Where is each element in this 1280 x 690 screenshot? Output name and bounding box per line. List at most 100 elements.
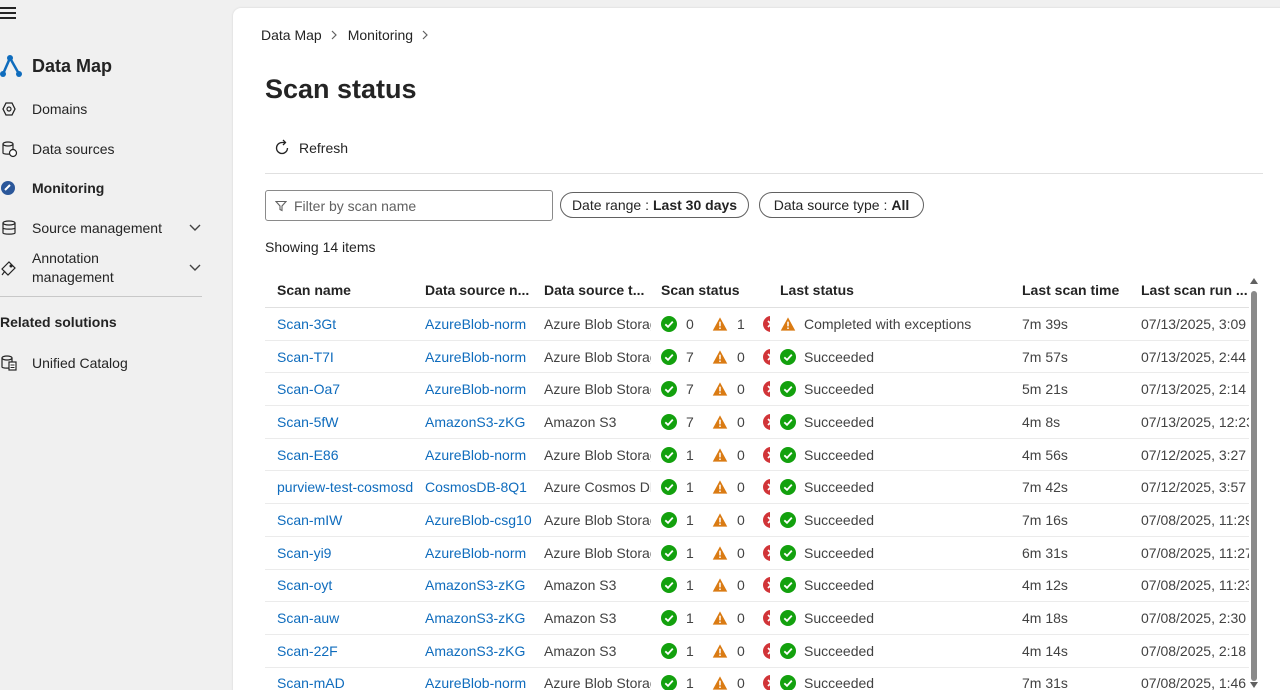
warning-count: 0	[737, 642, 745, 659]
hamburger-menu-icon[interactable]	[0, 7, 18, 21]
scan-name-link[interactable]: Scan-3Gt	[277, 316, 336, 332]
scan-name-link[interactable]: Scan-oyt	[277, 577, 332, 593]
scan-name-link[interactable]: Scan-mIW	[277, 512, 342, 528]
last-scan-time-cell: 4m 56s	[1022, 446, 1068, 463]
data-source-type-filter-button[interactable]: Data source type : All	[759, 192, 924, 218]
app-title-text: Data Map	[32, 55, 113, 76]
last-status-cell: Completed with exceptions	[770, 316, 1010, 332]
table-row[interactable]: Scan-oyt AmazonS3-zKG Amazon S3 1 0 Succeeded…	[265, 570, 1249, 603]
warning-count: 0	[737, 446, 745, 463]
scroll-up-arrow-icon[interactable]	[1250, 278, 1258, 284]
sidebar-item-data-sources[interactable]: Data sources	[0, 139, 202, 159]
scan-name-link[interactable]: Scan-T7I	[277, 349, 334, 365]
date-range-label: Date range :	[571, 197, 649, 213]
last-status-text: Succeeded	[804, 675, 875, 690]
sidebar-item-monitoring[interactable]: Monitoring	[0, 178, 202, 198]
scan-name-link[interactable]: Scan-mAD	[277, 675, 345, 690]
table-row[interactable]: Scan-E86 AzureBlob-norm Azure Blob Storage…	[265, 439, 1249, 472]
data-source-name-link[interactable]: AmazonS3-zKG	[425, 414, 525, 430]
scroll-down-arrow-icon[interactable]	[1250, 682, 1258, 688]
last-scan-run-cell: 07/12/2025, 3:27 PM	[1141, 446, 1249, 463]
data-source-name-link[interactable]: AzureBlob-csg10	[425, 512, 532, 528]
success-check-icon	[780, 446, 796, 463]
data-source-type-label: Data source type :	[773, 197, 888, 213]
column-header-last-status[interactable]: Last status	[770, 282, 1010, 298]
vertical-scrollbar[interactable]	[1247, 278, 1261, 690]
data-source-name-link[interactable]: AmazonS3-zKG	[425, 577, 525, 593]
breadcrumb-monitoring[interactable]: Monitoring	[348, 27, 413, 43]
scrollbar-thumb[interactable]	[1251, 291, 1257, 681]
item-count-text: Showing 14 items	[265, 239, 376, 255]
warning-icon	[712, 316, 728, 332]
success-check-icon	[780, 381, 796, 398]
data-source-name-link[interactable]: AzureBlob-norm	[425, 447, 526, 463]
table-row[interactable]: Scan-mIW AzureBlob-csg10 Azure Blob Storag…	[265, 504, 1249, 537]
table-row[interactable]: Scan-5fW AmazonS3-zKG Amazon S3 7 0 Succeeded…	[265, 406, 1249, 439]
warning-icon	[712, 675, 728, 690]
scan-status-cell: 01	[651, 315, 770, 332]
scan-name-link[interactable]: Scan-22F	[277, 643, 338, 659]
filter-text-field[interactable]	[294, 197, 534, 214]
column-header-last-scan-run[interactable]: Last scan run ...	[1129, 282, 1249, 298]
success-check-icon	[661, 446, 677, 463]
column-header-last-scan-time[interactable]: Last scan time	[1010, 282, 1129, 298]
scan-name-link[interactable]: purview-test-cosmosdb	[277, 479, 413, 495]
scan-status-cell: 10	[651, 479, 770, 496]
table-row[interactable]: Scan-auw AmazonS3-zKG Amazon S3 1 0 Succeeded…	[265, 602, 1249, 635]
sidebar-item-label: Source management	[32, 220, 162, 236]
scan-status-cell: 10	[651, 446, 770, 463]
data-source-name-link[interactable]: AzureBlob-norm	[425, 381, 526, 397]
scan-name-link[interactable]: Scan-E86	[277, 447, 338, 463]
data-source-name-link[interactable]: CosmosDB-8Q1	[425, 479, 527, 495]
table-row[interactable]: Scan-3Gt AzureBlob-norm Azure Blob Storage…	[265, 308, 1249, 341]
data-source-name-link[interactable]: AzureBlob-norm	[425, 675, 526, 690]
refresh-button[interactable]: Refresh	[273, 139, 348, 157]
table-row[interactable]: Scan-Oa7 AzureBlob-norm Azure Blob Storage…	[265, 373, 1249, 407]
scan-name-link[interactable]: Scan-yi9	[277, 545, 331, 561]
chevron-down-icon[interactable]	[188, 262, 202, 274]
column-header-scan-name[interactable]: Scan name	[265, 282, 413, 298]
catalog-icon	[0, 354, 18, 372]
table-row[interactable]: Scan-mAD AzureBlob-norm Azure Blob Storage…	[265, 668, 1249, 690]
last-scan-time-cell: 7m 57s	[1022, 348, 1068, 365]
warning-icon	[712, 643, 728, 659]
column-header-data-source-type[interactable]: Data source t...	[532, 282, 651, 298]
chevron-down-icon[interactable]	[188, 222, 202, 234]
last-scan-time-cell: 7m 39s	[1022, 315, 1068, 332]
scan-name-link[interactable]: Scan-5fW	[277, 414, 338, 430]
date-range-filter-button[interactable]: Date range : Last 30 days	[560, 192, 749, 218]
warning-icon	[712, 610, 728, 626]
sidebar-item-domains[interactable]: Domains	[0, 99, 202, 119]
sidebar-item-annotation-management[interactable]: Annotation management	[0, 249, 202, 287]
scan-status-cell: 10	[651, 544, 770, 561]
filter-by-scan-name-input[interactable]	[265, 190, 553, 221]
breadcrumb-data-map[interactable]: Data Map	[261, 27, 322, 43]
data-source-name-link[interactable]: AzureBlob-norm	[425, 545, 526, 561]
table-header: Scan name Data source n... Data source t…	[265, 272, 1249, 308]
page-title: Scan status	[265, 74, 417, 104]
warning-count: 0	[737, 675, 745, 690]
data-source-name-link[interactable]: AzureBlob-norm	[425, 349, 526, 365]
warning-icon	[712, 512, 728, 528]
table-row[interactable]: Scan-yi9 AzureBlob-norm Azure Blob Storage…	[265, 537, 1249, 570]
data-source-name-link[interactable]: AzureBlob-norm	[425, 316, 526, 332]
column-header-data-source-name[interactable]: Data source n...	[413, 282, 532, 298]
success-count: 1	[686, 577, 694, 594]
data-source-name-link[interactable]: AmazonS3-zKG	[425, 610, 525, 626]
sidebar-item-label: Monitoring	[32, 180, 105, 196]
scan-name-link[interactable]: Scan-Oa7	[277, 381, 340, 397]
success-check-icon	[780, 413, 796, 430]
last-scan-run-cell: 07/13/2025, 12:23 PM	[1141, 413, 1249, 430]
sidebar-item-source-management[interactable]: Source management	[0, 218, 202, 238]
column-header-scan-status[interactable]: Scan status	[651, 282, 770, 298]
sidebar-item-unified-catalog[interactable]: Unified Catalog	[0, 353, 202, 373]
table-row[interactable]: Scan-22F AmazonS3-zKG Amazon S3 1 0 Succeeded…	[265, 635, 1249, 668]
table-row[interactable]: Scan-T7I AzureBlob-norm Azure Blob Storage…	[265, 341, 1249, 374]
last-scan-run-cell: 07/13/2025, 2:44 PM	[1141, 348, 1249, 365]
table-row[interactable]: purview-test-cosmosdb CosmosDB-8Q1 Azure C…	[265, 471, 1249, 505]
data-source-type-cell: Azure Blob Storage	[544, 381, 651, 398]
success-check-icon	[661, 544, 677, 561]
sidebar: Data Map Domains Data sources Monitoring…	[0, 0, 232, 690]
scan-name-link[interactable]: Scan-auw	[277, 610, 339, 626]
data-source-name-link[interactable]: AmazonS3-zKG	[425, 643, 525, 659]
